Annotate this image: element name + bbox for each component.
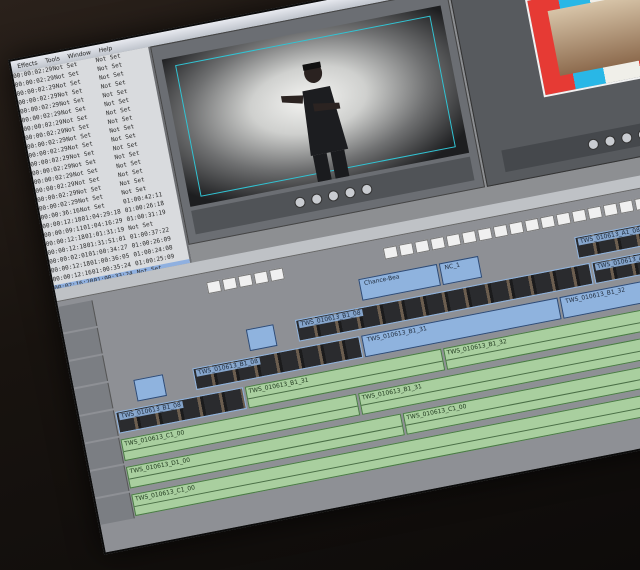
clip-marker[interactable]: [618, 199, 635, 214]
timeline-clip[interactable]: [245, 324, 278, 352]
play-in-to-out-button[interactable]: [309, 192, 323, 206]
canvas-next-button[interactable]: [619, 131, 633, 144]
clip-marker[interactable]: [461, 230, 478, 245]
play-button[interactable]: [326, 189, 340, 202]
track-header[interactable]: [84, 437, 125, 470]
clip-marker[interactable]: [492, 223, 509, 239]
clip-marker[interactable]: [476, 226, 494, 242]
clip-marker[interactable]: [268, 267, 285, 282]
clip-marker[interactable]: [508, 220, 525, 236]
timeline-clip[interactable]: NC_1: [438, 255, 483, 286]
menu-tools[interactable]: Tools: [45, 55, 61, 65]
canvas-video-frame: [524, 0, 640, 98]
next-edit-button[interactable]: [359, 182, 373, 196]
clip-marker[interactable]: [571, 208, 588, 224]
canvas-photo-collage: [547, 0, 640, 76]
track-header[interactable]: [79, 410, 119, 443]
clip-marker[interactable]: [206, 279, 223, 295]
clip-marker[interactable]: [221, 276, 238, 292]
clip-marker[interactable]: [602, 202, 619, 217]
track-header[interactable]: [90, 465, 130, 498]
clip-marker[interactable]: [253, 270, 270, 285]
track-header[interactable]: [68, 355, 109, 388]
clip-marker[interactable]: [398, 242, 415, 257]
track-header[interactable]: [74, 382, 114, 415]
track-header[interactable]: [58, 300, 98, 333]
clip-marker[interactable]: [555, 211, 572, 227]
canvas-play-button[interactable]: [603, 134, 616, 148]
clip-marker[interactable]: [524, 217, 541, 233]
clip-marker[interactable]: [429, 236, 446, 251]
viewer-panel: [150, 0, 486, 245]
track-header[interactable]: [95, 492, 135, 525]
previous-edit-button[interactable]: [293, 195, 306, 209]
canvas-mark-in-button[interactable]: [636, 127, 640, 141]
clip-marker[interactable]: [414, 239, 431, 254]
final-cut-screen: Effects Tools Window Help 00:00:02:29 Not…: [8, 0, 640, 555]
canvas-transport: [501, 102, 640, 173]
menu-help[interactable]: Help: [98, 44, 113, 53]
timeline-clip[interactable]: [133, 374, 168, 402]
play-around-button[interactable]: [343, 185, 356, 199]
clip-marker[interactable]: [539, 214, 556, 230]
clip-marker[interactable]: [382, 245, 399, 260]
clip-marker[interactable]: [237, 273, 254, 288]
canvas-previous-button[interactable]: [586, 137, 600, 151]
clip-marker[interactable]: [586, 205, 603, 221]
clip-marker[interactable]: [634, 196, 640, 211]
monitor-photo: Effects Tools Window Help 00:00:02:29 Not…: [0, 0, 640, 570]
track-header[interactable]: [63, 327, 103, 360]
clip-marker[interactable]: [445, 233, 462, 248]
